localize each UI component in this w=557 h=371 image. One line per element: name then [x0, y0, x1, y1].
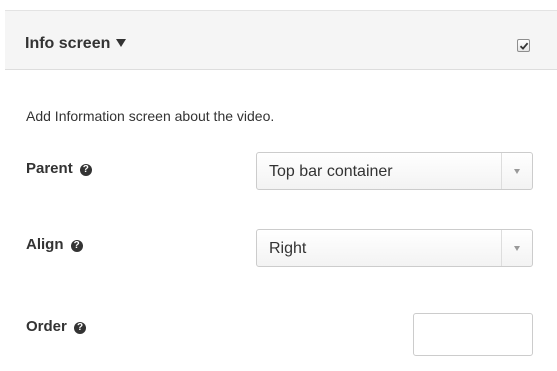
panel-title-toggle[interactable]: Info screen: [25, 35, 127, 53]
parent-select-toggle[interactable]: [501, 153, 532, 189]
parent-select[interactable]: Top bar container: [256, 152, 533, 190]
align-help-icon[interactable]: ?: [70, 240, 83, 252]
parent-field-label: Parent ?: [26, 160, 92, 177]
parent-help-icon[interactable]: ?: [79, 164, 92, 176]
enable-checkbox[interactable]: [517, 39, 530, 52]
parent-label-text: Parent: [26, 160, 73, 177]
chevron-down-icon: [514, 169, 520, 174]
caret-down-icon: [116, 39, 127, 47]
align-select[interactable]: Right: [256, 229, 533, 267]
align-field-label: Align ?: [26, 236, 83, 253]
section-description: Add Information screen about the video.: [26, 108, 275, 124]
align-select-value: Right: [269, 240, 307, 257]
order-label-text: Order: [26, 318, 67, 335]
align-select-toggle[interactable]: [501, 230, 532, 266]
align-label-text: Align: [26, 236, 64, 253]
panel-header: Info screen: [5, 10, 557, 70]
order-input[interactable]: [413, 313, 533, 356]
parent-select-value: Top bar container: [269, 163, 393, 180]
chevron-down-icon: [514, 246, 520, 251]
order-help-icon[interactable]: ?: [74, 322, 87, 334]
order-field-label: Order ?: [26, 318, 87, 335]
checkmark-icon: [519, 42, 529, 50]
panel-title: Info screen: [25, 35, 111, 52]
